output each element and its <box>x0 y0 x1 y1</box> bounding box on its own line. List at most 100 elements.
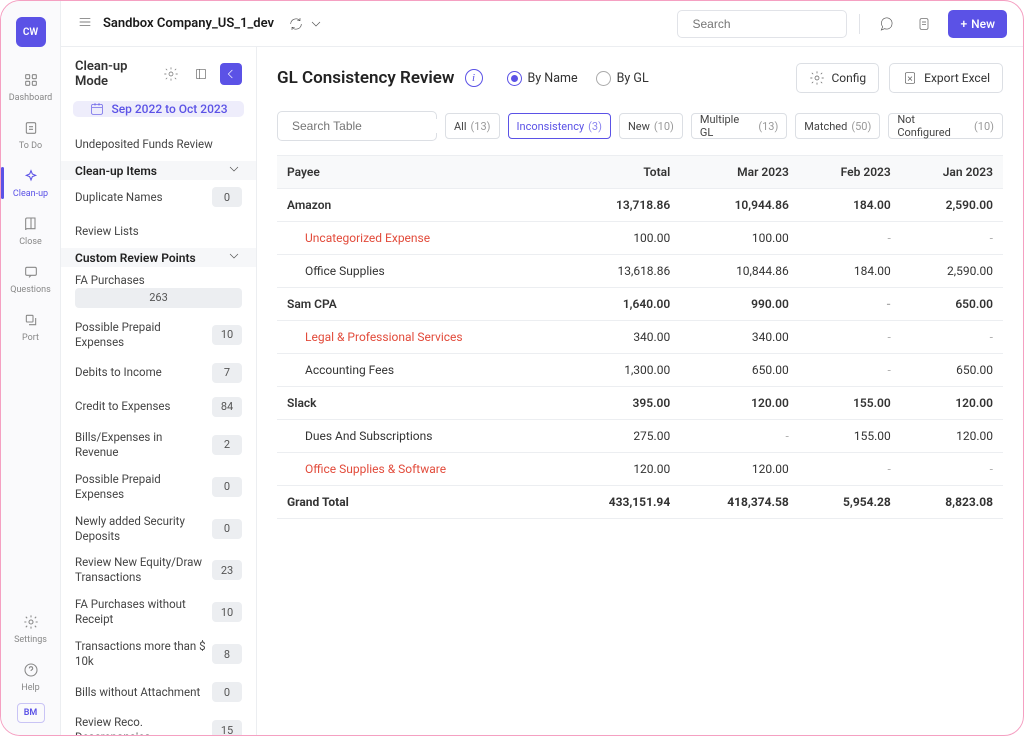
radio-dot-icon <box>507 71 522 86</box>
sidebar-item[interactable]: FA Purchases without Receipt10 <box>61 591 256 633</box>
global-search[interactable] <box>677 10 847 38</box>
cell: 8,823.08 <box>901 486 1003 519</box>
cell: - <box>901 453 1003 486</box>
rail-item-help[interactable]: Help <box>5 653 57 701</box>
filter-chip[interactable]: All (13) <box>445 113 500 139</box>
section-custom-review[interactable]: Custom Review Points <box>61 248 256 267</box>
column-header[interactable]: Jan 2023 <box>901 156 1003 189</box>
sidebar-item[interactable]: Review New Equity/Draw Transactions 23 <box>61 549 256 591</box>
radio-by-gl[interactable]: By GL <box>596 71 649 86</box>
settings-icon[interactable] <box>160 63 182 85</box>
rail-item-settings[interactable]: Settings <box>5 605 57 653</box>
table-row[interactable]: Dues And Subscriptions275.00-155.00120.0… <box>277 420 1003 453</box>
sidebar-item[interactable]: Transactions more than $ 10k8 <box>61 633 256 675</box>
radio-dot-icon <box>596 71 611 86</box>
date-range-pill[interactable]: Sep 2022 to Oct 2023 <box>73 101 244 117</box>
sidebar-item[interactable]: Duplicate Names0 <box>61 180 256 214</box>
column-header[interactable]: Feb 2023 <box>799 156 901 189</box>
app-logo[interactable]: CW <box>16 17 46 47</box>
rail-label: To Do <box>19 141 42 151</box>
cell: Office Supplies <box>277 255 562 288</box>
search-table[interactable] <box>277 111 437 141</box>
chat-icon[interactable] <box>872 10 900 38</box>
table-row[interactable]: Sam CPA1,640.00990.00-650.00 <box>277 288 1003 321</box>
rail-item-port[interactable]: Port <box>5 303 57 351</box>
section-cleanup-items[interactable]: Clean-up Items <box>61 161 256 180</box>
count-badge: 0 <box>212 477 242 497</box>
sidebar-item[interactable]: Possible Prepaid Expenses0 <box>61 466 256 508</box>
notes-icon[interactable] <box>910 10 938 38</box>
filter-chip[interactable]: Multiple GL (13) <box>691 113 787 139</box>
rail-label: Clean-up <box>13 189 48 199</box>
sidebar-item[interactable]: FA Purchases 263 <box>61 267 256 314</box>
table-row[interactable]: Amazon13,718.8610,944.86184.002,590.00 <box>277 189 1003 222</box>
new-button[interactable]: + New <box>948 10 1007 38</box>
rail-item-cleanup[interactable]: Clean-up <box>5 159 57 207</box>
sidebar-item[interactable]: Review Reco. Descrepancies15 <box>61 709 256 735</box>
sidebar-item-label: Review Lists <box>75 224 242 239</box>
sidebar-item-label: Bills/Expenses in Revenue <box>75 430 206 460</box>
grid-icon <box>22 71 40 89</box>
collapse-panel-button[interactable] <box>220 63 242 85</box>
cell: 184.00 <box>799 189 901 222</box>
cell: - <box>901 321 1003 354</box>
menu-icon[interactable] <box>77 14 93 33</box>
filter-chip[interactable]: Matched (50) <box>795 113 880 139</box>
filter-chip[interactable]: New (10) <box>619 113 683 139</box>
rail-item-dashboard[interactable]: Dashboard <box>5 63 57 111</box>
sidebar-item[interactable]: Newly added Security Deposits0 <box>61 508 256 550</box>
radio-by-name[interactable]: By Name <box>507 71 578 86</box>
count-badge: 0 <box>212 187 242 207</box>
sync-button[interactable] <box>284 12 328 36</box>
gear-icon <box>809 70 825 86</box>
sidebar-item-label: Review New Equity/Draw Transactions <box>75 555 206 585</box>
cell: Legal & Professional Services <box>277 321 562 354</box>
gear-icon <box>22 613 40 631</box>
cell: 275.00 <box>562 420 681 453</box>
rail-item-close[interactable]: Close <box>5 207 57 255</box>
table-row[interactable]: Legal & Professional Services340.00340.0… <box>277 321 1003 354</box>
chevron-down-icon <box>226 248 242 267</box>
table-row[interactable]: Slack395.00120.00155.00120.00 <box>277 387 1003 420</box>
book-icon <box>22 215 40 233</box>
filter-chip[interactable]: Not Configured (10) <box>888 113 1003 139</box>
sidebar-item[interactable]: Review Lists <box>61 214 256 248</box>
table-row[interactable]: Uncategorized Expense100.00100.00-- <box>277 222 1003 255</box>
expand-icon[interactable] <box>190 63 212 85</box>
search-table-input[interactable] <box>292 119 447 133</box>
column-header[interactable]: Payee <box>277 156 562 189</box>
sidebar-item-label: FA Purchases 263 <box>75 273 242 308</box>
cell: 184.00 <box>799 255 901 288</box>
table-row[interactable]: Accounting Fees1,300.00650.00-650.00 <box>277 354 1003 387</box>
export-excel-button[interactable]: Export Excel <box>889 63 1003 93</box>
sidebar-item[interactable]: Credit to Expenses84 <box>61 390 256 424</box>
cell: Slack <box>277 387 562 420</box>
config-button[interactable]: Config <box>796 63 879 93</box>
count-badge: 7 <box>212 363 242 383</box>
sidebar-item[interactable]: Bills without Attachment0 <box>61 675 256 709</box>
table-row[interactable]: Office Supplies & Software120.00120.00-- <box>277 453 1003 486</box>
cell: - <box>901 222 1003 255</box>
sidebar-item[interactable]: Debits to Income7 <box>61 356 256 390</box>
cell: - <box>680 420 799 453</box>
cell: 1,640.00 <box>562 288 681 321</box>
info-icon[interactable]: i <box>465 69 483 87</box>
cell: 120.00 <box>901 420 1003 453</box>
count-badge: 23 <box>212 560 242 580</box>
refresh-icon <box>288 16 304 32</box>
sidebar-item[interactable]: Possible Prepaid Expenses10 <box>61 314 256 356</box>
table-row[interactable]: Office Supplies13,618.8610,844.86184.002… <box>277 255 1003 288</box>
rail-item-todo[interactable]: To Do <box>5 111 57 159</box>
cell: 2,590.00 <box>901 189 1003 222</box>
sidebar-item-undeposited[interactable]: Undeposited Funds Review <box>61 127 256 161</box>
cell: 100.00 <box>562 222 681 255</box>
search-input[interactable] <box>692 17 847 31</box>
sidebar-item[interactable]: Bills/Expenses in Revenue2 <box>61 424 256 466</box>
filter-chip[interactable]: Inconsistency (3) <box>508 113 611 139</box>
rail-item-questions[interactable]: Questions <box>5 255 57 303</box>
column-header[interactable]: Total <box>562 156 681 189</box>
count-badge: 84 <box>212 397 242 417</box>
workspace-badge[interactable]: BM <box>17 703 45 723</box>
column-header[interactable]: Mar 2023 <box>680 156 799 189</box>
company-name[interactable]: Sandbox Company_US_1_dev <box>103 16 274 31</box>
